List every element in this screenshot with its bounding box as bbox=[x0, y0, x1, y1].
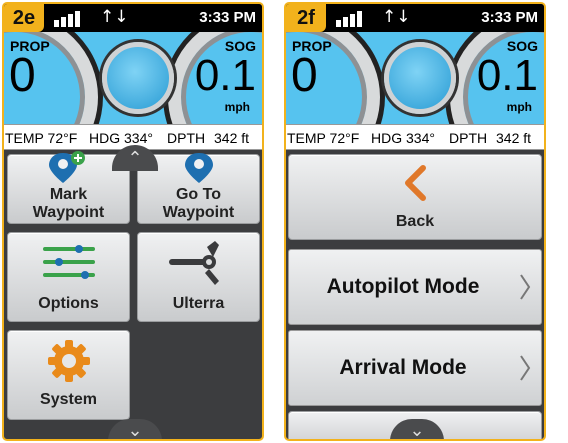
depth-value: 342 ft bbox=[496, 130, 532, 146]
map-pin-plus-icon bbox=[48, 151, 85, 183]
gauge-area: PROP 0 SOG 0.1 mph bbox=[286, 32, 544, 124]
sog-value: 0.1 bbox=[476, 51, 538, 100]
heading-readout: HDG 334° bbox=[371, 130, 435, 146]
arrival-mode-item[interactable]: Arrival Mode bbox=[288, 330, 542, 406]
data-transfer-icon: ↑↓ bbox=[382, 7, 411, 27]
arrival-mode-label: Arrival Mode bbox=[339, 356, 467, 379]
go-to-waypoint-label: Go To bbox=[175, 186, 222, 203]
center-knob[interactable] bbox=[384, 42, 456, 114]
status-bar: 2f ↑↓ 3:33 PM bbox=[286, 4, 544, 32]
signal-bars-icon bbox=[336, 9, 366, 27]
temp-readout: TEMP 72°F bbox=[5, 130, 78, 146]
trolling-motor-icon bbox=[168, 241, 219, 285]
clock: 3:33 PM bbox=[481, 9, 538, 26]
system-label: System bbox=[40, 391, 97, 408]
ulterra-label: Ulterra bbox=[172, 295, 225, 312]
center-knob[interactable] bbox=[102, 42, 174, 114]
info-bar: TEMP 72°F HDG 334° DPTH 342 ft bbox=[286, 124, 544, 150]
chevron-left-icon bbox=[405, 165, 426, 201]
ulterra-button[interactable]: Ulterra bbox=[137, 232, 260, 322]
prop-value: 0 bbox=[9, 49, 36, 102]
depth-label: DPTH bbox=[449, 130, 488, 146]
gear-icon bbox=[47, 340, 90, 382]
map-pin-icon bbox=[184, 153, 213, 183]
chevron-right-icon bbox=[520, 355, 531, 381]
depth-value: 342 ft bbox=[214, 130, 250, 146]
screen-tag: 2f bbox=[286, 4, 326, 32]
data-transfer-icon: ↑↓ bbox=[100, 7, 129, 27]
options-button[interactable]: Options bbox=[7, 232, 130, 322]
screen-tag: 2e bbox=[4, 4, 44, 32]
prop-value: 0 bbox=[291, 49, 318, 102]
status-bar: 2e ↑↓ 3:33 PM bbox=[4, 4, 262, 32]
system-button[interactable]: System bbox=[7, 330, 130, 420]
sog-unit: mph bbox=[224, 100, 250, 114]
mark-waypoint-label-2: Waypoint bbox=[32, 204, 105, 221]
back-button[interactable]: Back bbox=[288, 154, 542, 240]
options-label: Options bbox=[38, 295, 99, 312]
screen-2f: 2f ↑↓ 3:33 PM PROP 0 SOG 0.1 mph TEMP 72… bbox=[284, 2, 546, 441]
mark-waypoint-label: Mark bbox=[49, 186, 88, 203]
back-label: Back bbox=[395, 213, 435, 230]
expand-menu-button[interactable]: ⌄ bbox=[108, 419, 162, 439]
go-to-waypoint-label-2: Waypoint bbox=[162, 204, 235, 221]
gauge-area: PROP 0 SOG 0.1 mph bbox=[4, 32, 262, 124]
sog-unit: mph bbox=[506, 100, 532, 114]
screen-2e: 2e ↑↓ 3:33 PM PROP 0 SOG 0.1 mph TEMP 72… bbox=[2, 2, 264, 441]
autopilot-mode-label: Autopilot Mode bbox=[326, 275, 480, 298]
chevron-right-icon bbox=[520, 274, 531, 300]
temp-readout: TEMP 72°F bbox=[287, 130, 360, 146]
sog-value: 0.1 bbox=[194, 51, 256, 100]
autopilot-mode-item[interactable]: Autopilot Mode bbox=[288, 249, 542, 325]
depth-label: DPTH bbox=[167, 130, 206, 146]
signal-bars-icon bbox=[54, 9, 84, 27]
sliders-icon bbox=[42, 245, 95, 279]
clock: 3:33 PM bbox=[199, 9, 256, 26]
